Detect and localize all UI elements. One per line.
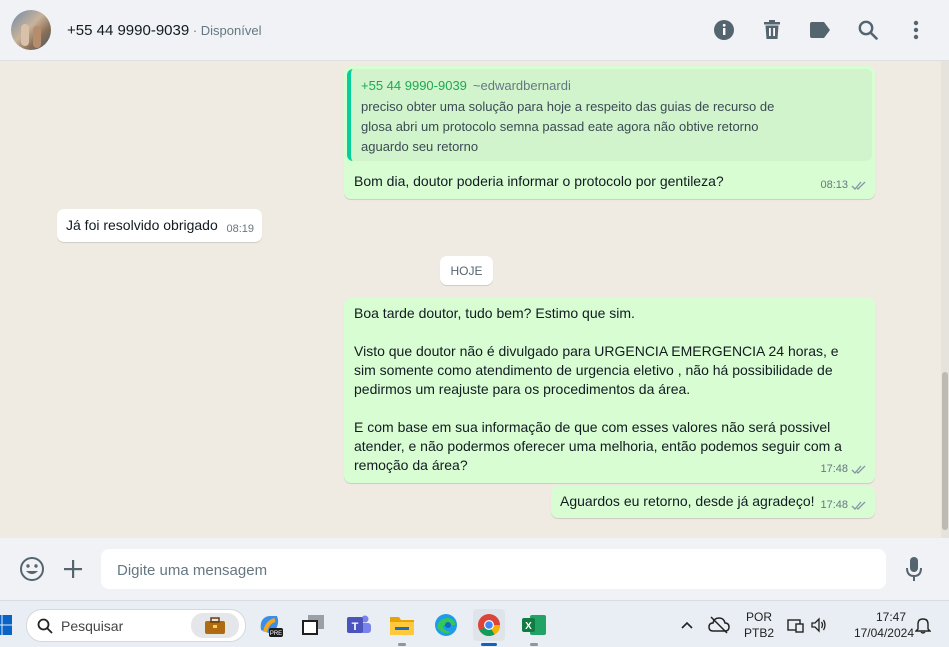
- quoted-sender-number: +55 44 9990-9039: [361, 78, 467, 93]
- message-body: Boa tarde doutor, tudo bem? Estimo que s…: [354, 304, 864, 475]
- chat-scroll-thumb[interactable]: [942, 372, 948, 530]
- message-meta: 17:48: [820, 496, 867, 515]
- message-meta: 08:13: [820, 176, 867, 195]
- teams-icon[interactable]: T: [343, 609, 375, 641]
- double-check-icon: [851, 465, 866, 474]
- excel-indicator: [530, 643, 538, 646]
- message-time: 08:19: [226, 223, 254, 235]
- onedrive-offline-icon[interactable]: [703, 609, 735, 641]
- windows-taskbar: Pesquisar PRE T X POR PTB2 17:47 17/04/2…: [0, 600, 949, 647]
- task-view-icon[interactable]: [297, 609, 329, 641]
- message-input-box[interactable]: [101, 549, 886, 591]
- input-language-code: POR: [745, 610, 772, 624]
- message-text: Bom dia, doutor poderia informar o proto…: [354, 173, 724, 189]
- chat-header: +55 44 9990-9039 · Disponível: [0, 0, 949, 61]
- edge-icon[interactable]: [430, 609, 462, 641]
- briefcase-icon: [191, 613, 239, 638]
- quoted-sender-name: ~edwardbernardi: [472, 78, 571, 93]
- attach-plus-icon[interactable]: [58, 554, 88, 584]
- contact-name: +55 44 9990-9039: [67, 21, 190, 39]
- emoji-icon[interactable]: [17, 554, 47, 584]
- svg-text:PRE: PRE: [270, 631, 282, 637]
- taskbar-search-label: Pesquisar: [61, 617, 124, 634]
- double-check-icon: [851, 181, 866, 190]
- notification-bell-icon[interactable]: [907, 609, 939, 641]
- header-actions: [711, 0, 929, 60]
- search-icon[interactable]: [855, 17, 881, 43]
- contact-info[interactable]: +55 44 9990-9039 · Disponível: [67, 22, 261, 39]
- message-outgoing-reply[interactable]: +55 44 9990-9039 ~edwardbernardi preciso …: [344, 66, 875, 199]
- message-text: Já foi resolvido obrigado: [66, 217, 218, 233]
- message-time: 17:48: [820, 463, 848, 475]
- contact-status: · Disponível: [189, 22, 262, 38]
- date-divider: HOJE: [440, 256, 493, 285]
- more-icon[interactable]: [903, 17, 929, 43]
- system-clock[interactable]: 17:47 17/04/2024: [838, 609, 914, 641]
- svg-text:T: T: [352, 621, 359, 633]
- chrome-icon[interactable]: [473, 609, 505, 641]
- taskbar-search[interactable]: Pesquisar: [26, 609, 246, 642]
- chevron-up-icon[interactable]: [671, 609, 703, 641]
- message-time: 17:48: [820, 499, 848, 511]
- input-language[interactable]: POR PTB2: [740, 609, 778, 641]
- info-icon[interactable]: [711, 17, 737, 43]
- message-paragraph-2: Visto que doutor não é divulgado para UR…: [354, 343, 839, 397]
- file-explorer-indicator: [398, 643, 406, 646]
- message-outgoing[interactable]: Aguardos eu retorno, desde já agradeço! …: [551, 486, 875, 518]
- search-icon: [37, 618, 53, 634]
- excel-icon[interactable]: X: [518, 609, 550, 641]
- microphone-icon[interactable]: [899, 554, 929, 584]
- label-icon[interactable]: [807, 17, 833, 43]
- quoted-message[interactable]: +55 44 9990-9039 ~edwardbernardi preciso …: [347, 69, 872, 161]
- compose-bar: [0, 538, 949, 600]
- clock-time: 17:47: [875, 610, 906, 624]
- message-paragraph-1: Boa tarde doutor, tudo bem? Estimo que s…: [354, 305, 635, 321]
- double-check-icon: [851, 501, 866, 510]
- message-meta: 17:48: [820, 460, 867, 479]
- trash-icon[interactable]: [759, 17, 785, 43]
- windows-start-icon[interactable]: [0, 609, 18, 641]
- message-input[interactable]: [101, 549, 879, 591]
- message-text: Aguardos eu retorno, desde já agradeço!: [560, 493, 815, 509]
- message-paragraph-3: E com base em sua informação de que com …: [354, 419, 842, 473]
- message-time: 08:13: [820, 179, 848, 191]
- input-language-layout: PTB2: [743, 626, 774, 640]
- clock-date: 17/04/2024: [853, 626, 914, 640]
- chat-area[interactable]: +55 44 9990-9039 ~edwardbernardi preciso …: [0, 61, 941, 538]
- message-incoming[interactable]: Já foi resolvido obrigado 08:19: [57, 209, 262, 242]
- svg-text:X: X: [525, 621, 532, 632]
- message-outgoing-long[interactable]: Boa tarde doutor, tudo bem? Estimo que s…: [344, 298, 875, 483]
- quoted-text: preciso obter uma solução para hoje a re…: [361, 99, 775, 154]
- chrome-active-indicator: [481, 643, 497, 646]
- contact-avatar[interactable]: [11, 10, 51, 50]
- copilot-icon[interactable]: PRE: [254, 609, 286, 641]
- file-explorer-icon[interactable]: [386, 609, 418, 641]
- volume-icon[interactable]: [803, 609, 835, 641]
- message-meta: 08:19: [226, 220, 254, 239]
